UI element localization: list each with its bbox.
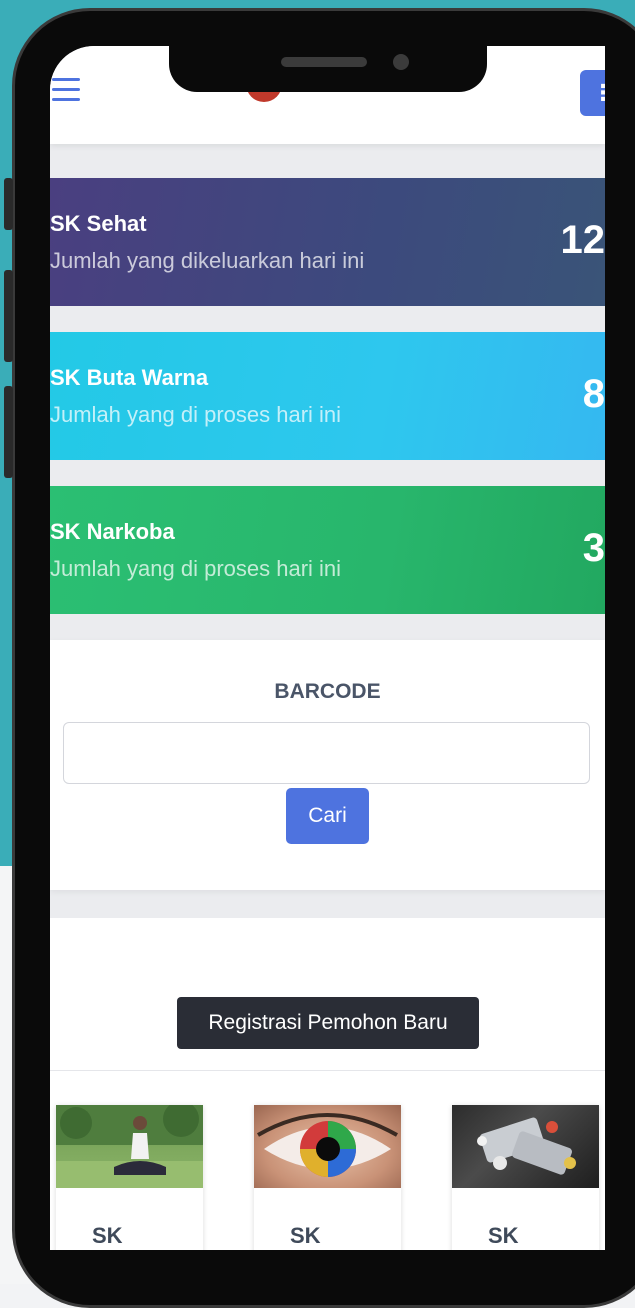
camera-icon <box>393 54 409 70</box>
speaker-grille <box>281 57 367 67</box>
search-button[interactable]: Cari <box>286 788 369 844</box>
stat-count: 12 <box>560 218 606 262</box>
stat-card-sk-buta-warna[interactable]: SK Buta Warna Jumlah yang di proses hari… <box>50 332 605 460</box>
stat-title: SK Narkoba <box>50 519 175 544</box>
phone-volume-up-button <box>4 270 13 362</box>
service-tile-sk-sehat[interactable]: SK <box>56 1105 203 1250</box>
stat-count: 8 <box>582 372 605 416</box>
pills-photo <box>452 1105 599 1188</box>
phone-notch <box>169 40 487 92</box>
service-tile-sk-buta-warna[interactable]: SK <box>254 1105 401 1250</box>
stat-count: 3 <box>582 526 605 570</box>
phone-mute-button <box>4 178 13 230</box>
stat-title: SK Buta Warna <box>50 365 209 390</box>
stat-title: SK Sehat <box>50 211 147 236</box>
app-screen: RSB KUPANG ⋮ SK Sehat Jumlah yang dikelu… <box>50 46 605 1250</box>
stat-card-sk-sehat[interactable]: SK Sehat Jumlah yang dikeluarkan hari in… <box>50 178 605 306</box>
stat-subtitle: Jumlah yang dikeluarkan hari ini <box>50 248 365 273</box>
divider <box>50 1070 605 1071</box>
registration-panel: Registrasi Pemohon Baru SK SK SK <box>50 918 605 1250</box>
stat-subtitle: Jumlah yang di proses hari ini <box>50 556 342 581</box>
barcode-panel: BARCODE Cari <box>50 640 605 890</box>
kebab-vertical-icon[interactable]: ⋮ <box>580 70 605 116</box>
stat-subtitle: Jumlah yang di proses hari ini <box>50 402 342 427</box>
tile-label: SK <box>488 1223 519 1248</box>
phone-volume-down-button <box>4 386 13 478</box>
service-tile-sk-narkoba[interactable]: SK <box>452 1105 599 1250</box>
eye-photo <box>254 1105 401 1188</box>
barcode-label: BARCODE <box>274 680 381 703</box>
register-new-applicant-button[interactable]: Registrasi Pemohon Baru <box>177 997 479 1049</box>
hamburger-icon[interactable] <box>52 78 80 102</box>
meditation-photo <box>56 1105 203 1188</box>
barcode-input[interactable] <box>63 722 590 784</box>
stat-card-sk-narkoba[interactable]: SK Narkoba Jumlah yang di proses hari in… <box>50 486 605 614</box>
tile-label: SK <box>290 1223 321 1248</box>
tile-label: SK <box>92 1223 123 1248</box>
